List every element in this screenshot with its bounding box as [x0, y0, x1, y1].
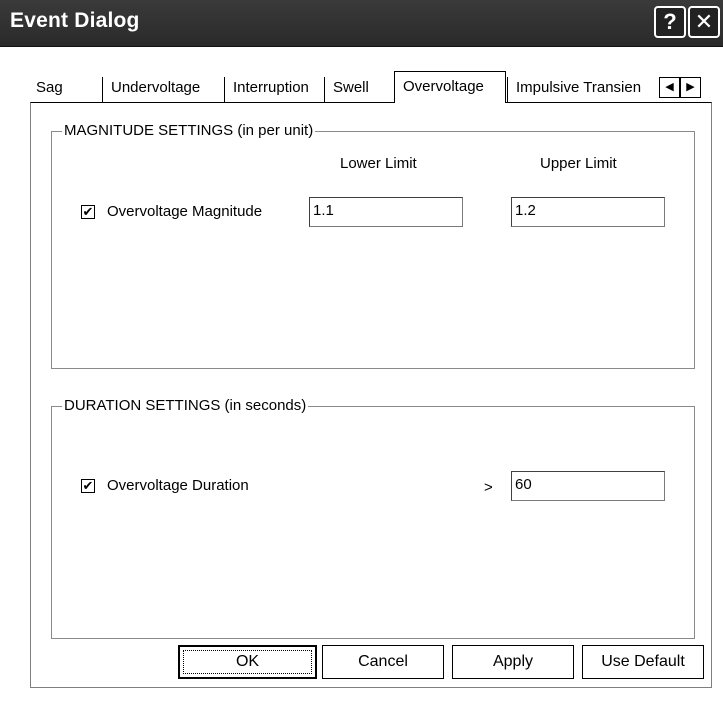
tab-interruption[interactable]: Interruption [224, 77, 324, 103]
use-default-button-label: Use Default [601, 653, 685, 670]
check-icon: ✔ [82, 478, 94, 493]
magnitude-upper-limit-input[interactable]: 1.2 [511, 197, 665, 227]
help-icon: ? [663, 9, 677, 34]
apply-button[interactable]: Apply [452, 645, 574, 679]
tab-scroll-left-button[interactable]: ◀ [659, 77, 680, 98]
lower-limit-header: Lower Limit [340, 155, 417, 172]
tab-impulsive-transient[interactable]: Impulsive Transien [507, 77, 659, 103]
tab-label: Overvoltage [403, 78, 484, 95]
title-bar[interactable]: Event Dialog ? ✕ [0, 0, 723, 47]
duration-operator: > [484, 479, 493, 496]
help-button[interactable]: ? [654, 6, 686, 38]
duration-settings-legend: DURATION SETTINGS (in seconds) [62, 397, 309, 415]
tab-label: Interruption [233, 79, 309, 96]
arrow-right-icon: ▶ [686, 81, 695, 93]
close-button[interactable]: ✕ [688, 6, 720, 38]
tab-strip: Sag Undervoltage Interruption Swell Over… [28, 71, 701, 103]
tab-label: Swell [333, 79, 369, 96]
tab-swell[interactable]: Swell [324, 77, 394, 103]
overvoltage-duration-label: Overvoltage Duration [107, 477, 249, 494]
window-title: Event Dialog [10, 9, 140, 32]
use-default-button[interactable]: Use Default [582, 645, 704, 679]
ok-button-label: OK [235, 653, 260, 670]
check-icon: ✔ [82, 204, 94, 219]
magnitude-settings-legend: MAGNITUDE SETTINGS (in per unit) [62, 122, 316, 140]
tab-sag[interactable]: Sag [28, 77, 102, 103]
overvoltage-magnitude-label: Overvoltage Magnitude [107, 203, 263, 220]
tab-overvoltage[interactable]: Overvoltage [394, 71, 506, 103]
cancel-button[interactable]: Cancel [322, 645, 444, 679]
close-icon: ✕ [694, 9, 714, 34]
duration-value-input[interactable]: 60 [511, 471, 665, 501]
overvoltage-magnitude-checkbox[interactable]: ✔ [81, 205, 95, 219]
tab-undervoltage[interactable]: Undervoltage [102, 77, 224, 103]
tab-label: Undervoltage [111, 79, 201, 96]
apply-button-label: Apply [492, 653, 534, 670]
tab-scroll-right-button[interactable]: ▶ [680, 77, 701, 98]
tab-label: Impulsive Transien [516, 79, 642, 96]
duration-settings-group: DURATION SETTINGS (in seconds) [51, 397, 695, 639]
arrow-left-icon: ◀ [665, 81, 674, 93]
upper-limit-header: Upper Limit [540, 155, 617, 172]
overvoltage-duration-checkbox[interactable]: ✔ [81, 479, 95, 493]
ok-button[interactable]: OK [178, 645, 317, 679]
tab-label: Sag [36, 79, 63, 96]
cancel-button-label: Cancel [358, 653, 408, 670]
magnitude-lower-limit-input[interactable]: 1.1 [309, 197, 463, 227]
event-dialog-window: Event Dialog ? ✕ Sag Undervoltage Interr… [0, 0, 723, 725]
